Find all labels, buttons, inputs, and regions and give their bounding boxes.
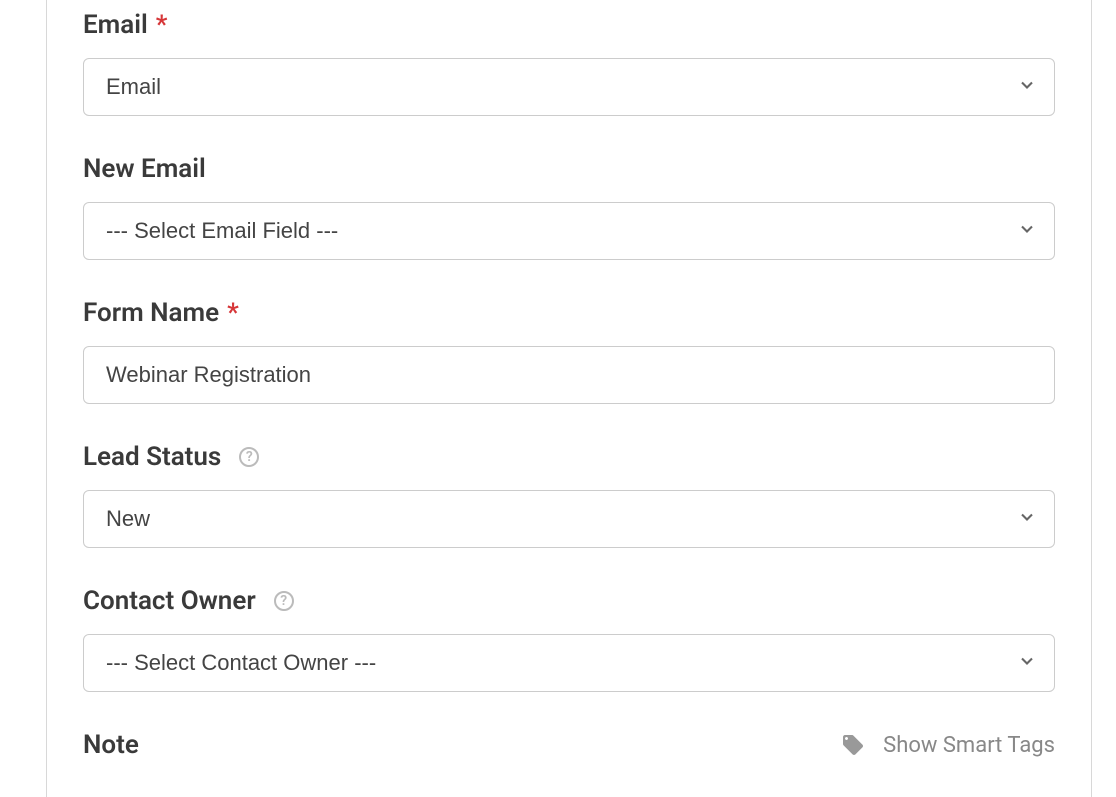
- required-marker: *: [156, 10, 168, 40]
- form-name-label: Form Name *: [83, 298, 1055, 328]
- required-marker: *: [227, 298, 239, 328]
- form-name-field-group: Form Name *: [83, 298, 1055, 404]
- new-email-select[interactable]: --- Select Email Field ---: [83, 202, 1055, 260]
- lead-status-label: Lead Status ?: [83, 442, 1055, 472]
- email-label: Email *: [83, 10, 1055, 40]
- lead-status-field-group: Lead Status ? New: [83, 442, 1055, 548]
- email-select[interactable]: Email: [83, 58, 1055, 116]
- note-label: Note: [83, 730, 139, 760]
- tag-icon: [841, 733, 865, 757]
- new-email-select-wrapper: --- Select Email Field ---: [83, 202, 1055, 260]
- email-select-wrapper: Email: [83, 58, 1055, 116]
- email-label-text: Email: [83, 10, 148, 40]
- form-name-label-text: Form Name: [83, 298, 219, 328]
- new-email-label: New Email: [83, 154, 1055, 184]
- form-container: Email * Email New Email --- Select Email…: [46, 0, 1092, 797]
- email-field-group: Email * Email: [83, 10, 1055, 116]
- lead-status-select-wrapper: New: [83, 490, 1055, 548]
- new-email-field-group: New Email --- Select Email Field ---: [83, 154, 1055, 260]
- lead-status-label-text: Lead Status: [83, 442, 221, 472]
- contact-owner-label-text: Contact Owner: [83, 586, 256, 616]
- help-icon[interactable]: ?: [274, 591, 294, 611]
- contact-owner-field-group: Contact Owner ? --- Select Contact Owner…: [83, 586, 1055, 692]
- contact-owner-label: Contact Owner ?: [83, 586, 1055, 616]
- lead-status-select[interactable]: New: [83, 490, 1055, 548]
- show-smart-tags-button[interactable]: Show Smart Tags: [841, 733, 1055, 758]
- contact-owner-select[interactable]: --- Select Contact Owner ---: [83, 634, 1055, 692]
- smart-tags-label: Show Smart Tags: [883, 733, 1055, 758]
- help-icon[interactable]: ?: [239, 447, 259, 467]
- contact-owner-select-wrapper: --- Select Contact Owner ---: [83, 634, 1055, 692]
- form-name-input[interactable]: [83, 346, 1055, 404]
- note-row: Note Show Smart Tags: [83, 730, 1055, 760]
- new-email-label-text: New Email: [83, 154, 206, 184]
